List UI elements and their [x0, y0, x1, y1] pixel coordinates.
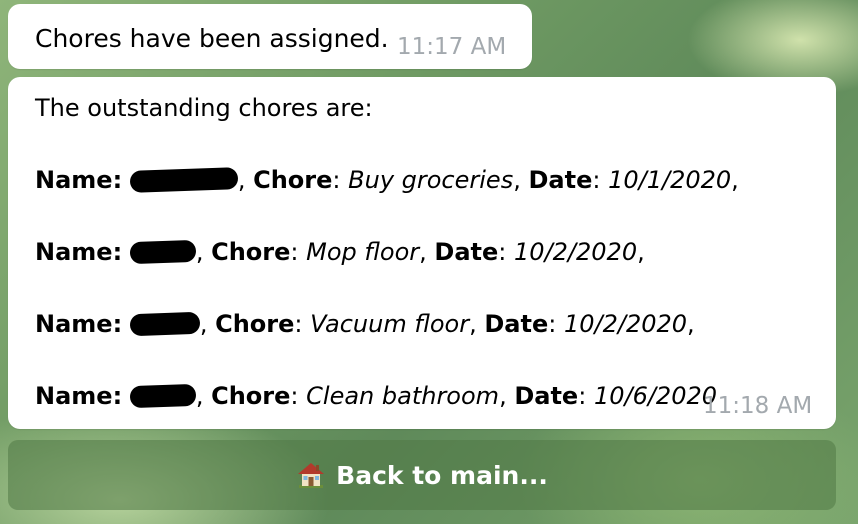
separator: , — [195, 382, 204, 410]
button-label: Back to main... — [336, 460, 548, 490]
chore-row: Name: , Chore: Clean bathroom, Date: 10/… — [35, 381, 717, 411]
message-text: Chores have been assigned. — [35, 24, 389, 53]
date-label: Date — [484, 310, 549, 338]
separator: , — [499, 382, 507, 410]
chore-value: Vacuum floor — [310, 310, 470, 338]
redacted-name — [129, 239, 197, 265]
name-label: Name: — [35, 310, 123, 338]
name-label: Name: — [35, 238, 123, 266]
separator: , — [237, 166, 246, 194]
separator: : — [290, 238, 299, 266]
chore-value: Mop floor — [306, 238, 420, 266]
chore-list-intro: The outstanding chores are: — [35, 94, 373, 122]
chore-row: Name: , Chore: Vacuum floor, Date: 10/2/… — [35, 309, 695, 339]
separator: , — [731, 166, 739, 194]
chore-row: Name: , Chore: Buy groceries, Date: 10/1… — [35, 165, 739, 195]
chat-background: Chores have been assigned. 11:17 AM The … — [0, 0, 858, 524]
separator: , — [513, 166, 521, 194]
chore-value: Buy groceries — [348, 166, 514, 194]
date-value: 10/2/2020 — [563, 310, 688, 338]
separator: : — [592, 166, 601, 194]
date-label: Date — [434, 238, 499, 266]
message-bubble-confirmation: Chores have been assigned. 11:17 AM — [8, 4, 532, 69]
house-icon — [298, 463, 325, 488]
separator: , — [469, 310, 477, 338]
chore-label: Chore — [215, 310, 295, 338]
chore-row: Name: , Chore: Mop floor, Date: 10/2/202… — [35, 237, 645, 267]
separator: : — [332, 166, 341, 194]
separator: : — [578, 382, 587, 410]
name-label: Name: — [35, 166, 123, 194]
separator: , — [195, 238, 204, 266]
separator: , — [199, 310, 208, 338]
date-value: 10/6/2020 — [593, 382, 718, 410]
redacted-name — [129, 167, 239, 193]
separator: : — [294, 310, 303, 338]
date-value: 10/1/2020 — [608, 166, 732, 194]
separator: : — [290, 382, 299, 410]
separator: : — [498, 238, 507, 266]
separator: , — [419, 238, 427, 266]
message-timestamp: 11:17 AM — [397, 34, 507, 60]
redacted-name — [129, 383, 197, 409]
back-to-main-button[interactable]: Back to main... — [8, 440, 836, 510]
chore-label: Chore — [211, 382, 291, 410]
chore-label: Chore — [211, 238, 291, 266]
message-timestamp: 11:18 AM — [703, 393, 813, 419]
date-label: Date — [528, 166, 593, 194]
message-bubble-chore-list: The outstanding chores are: Name: , Chor… — [8, 77, 836, 429]
separator: : — [548, 310, 557, 338]
separator: , — [637, 238, 645, 266]
date-label: Date — [514, 382, 579, 410]
name-label: Name: — [35, 382, 123, 410]
chore-label: Chore — [253, 166, 333, 194]
separator: , — [687, 310, 695, 338]
date-value: 10/2/2020 — [514, 238, 638, 266]
redacted-name — [129, 311, 201, 337]
chore-value: Clean bathroom — [306, 382, 500, 410]
